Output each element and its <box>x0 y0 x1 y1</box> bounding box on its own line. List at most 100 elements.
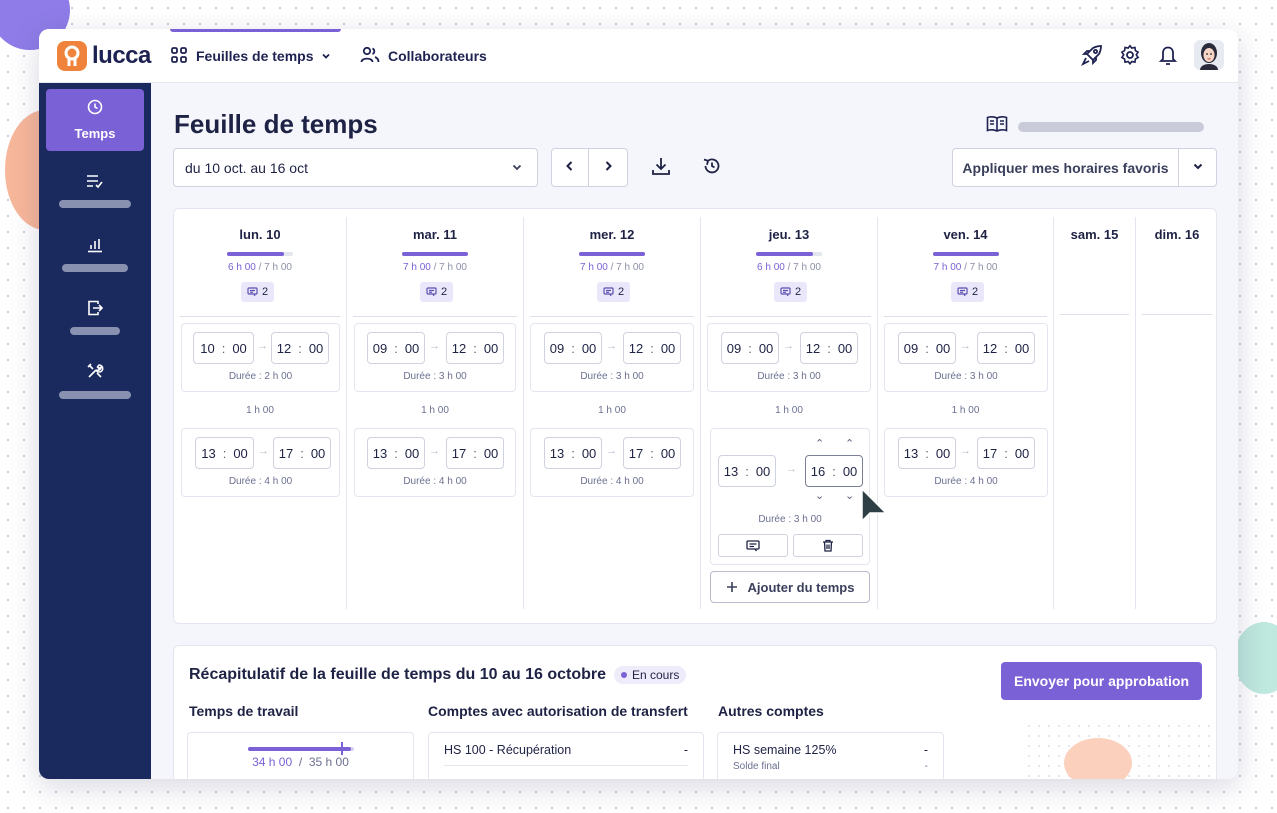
comments-badge[interactable]: 2 <box>774 282 808 302</box>
end-time-input[interactable]: 12:00 <box>623 332 681 364</box>
bell-icon[interactable] <box>1156 43 1180 67</box>
history-button[interactable] <box>699 155 725 181</box>
gear-icon[interactable] <box>1118 43 1142 67</box>
apply-favorite-schedule-button[interactable]: Appliquer mes horaires favoris <box>952 148 1179 187</box>
slot-duration: Durée : 4 h 00 <box>403 476 467 487</box>
arrow-right-icon: → <box>960 445 971 457</box>
hour-decrement-button[interactable]: ⌄ <box>815 491 824 502</box>
day-divider <box>707 316 871 317</box>
favorite-schedule-dropdown-button[interactable] <box>1178 148 1217 187</box>
arrow-right-icon: → <box>258 445 269 457</box>
download-button[interactable] <box>648 155 674 181</box>
day-progress <box>933 252 999 256</box>
sidebar-item-exports[interactable] <box>46 286 144 348</box>
day-divider <box>353 316 517 317</box>
start-time-input[interactable]: 09:00 <box>721 332 779 364</box>
start-time-input[interactable]: 09:00 <box>367 332 425 364</box>
chart-icon <box>87 237 103 258</box>
end-time-input[interactable]: 12:00 <box>800 332 858 364</box>
next-period-button[interactable] <box>589 148 628 187</box>
chevron-down-icon <box>1192 159 1204 177</box>
time-slot: 13:00 → 17:00 Durée : 4 h 00 <box>884 428 1048 497</box>
break-duration: 1 h 00 <box>598 405 626 416</box>
rocket-icon[interactable] <box>1080 43 1104 67</box>
break-duration: 1 h 00 <box>246 405 274 416</box>
start-time-input[interactable]: 13:00 <box>544 437 602 469</box>
work-time-target-marker <box>341 742 343 755</box>
transfer-accounts-card: HS 100 - Récupération - <box>428 732 704 779</box>
summary-title: Récapitulatif de la feuille de temps du … <box>189 666 687 684</box>
slot-duration: Durée : 4 h 00 <box>228 476 293 487</box>
chevron-down-icon <box>321 48 331 64</box>
slot-duration: Durée : 4 h 00 <box>934 476 998 487</box>
start-time-input[interactable]: 13:00 <box>367 437 425 469</box>
start-time-input[interactable]: 09:00 <box>898 332 956 364</box>
end-time-input[interactable]: 12:00 <box>271 332 329 364</box>
day-hours: 7 h 00 / 7 h 00 <box>580 262 644 273</box>
end-time-input[interactable]: 17:00 <box>623 437 681 469</box>
comments-badge[interactable]: 2 <box>597 282 631 302</box>
comments-badge[interactable]: 2 <box>241 282 275 302</box>
arrow-right-icon: → <box>606 445 617 457</box>
comment-icon <box>780 287 791 297</box>
brand-name: lucca <box>92 42 151 69</box>
comment-icon <box>957 287 968 297</box>
avatar[interactable] <box>1194 40 1224 70</box>
start-time-input[interactable]: 10:00 <box>193 332 254 364</box>
time-slot-editing: ⌃ ⌃ 13:00 → 16:00 ⌄ ⌄ Durée : 3 h 00 <box>710 428 870 565</box>
end-time-input[interactable]: 12:00 <box>977 332 1035 364</box>
exit-icon <box>87 300 104 321</box>
documentation-link[interactable] <box>986 115 1204 138</box>
day-column: lun. 10 6 h 00 / 7 h 00 2 10:00 → 12:00 … <box>174 209 346 625</box>
work-time-value: 34 h 00 / 35 h 00 <box>252 755 349 769</box>
other-accounts-heading: Autres comptes <box>718 703 824 719</box>
comments-badge[interactable]: 2 <box>420 282 454 302</box>
end-time-input[interactable]: 12:00 <box>446 332 504 364</box>
day-progress <box>402 252 468 256</box>
logo[interactable]: lucca <box>57 41 151 71</box>
account-sub-row: Solde final - <box>733 761 928 772</box>
add-time-button[interactable]: Ajouter du temps <box>710 571 870 603</box>
comments-badge[interactable]: 2 <box>951 282 985 302</box>
account-row[interactable]: HS 100 - Récupération - <box>444 743 688 766</box>
sidebar-item-reports[interactable] <box>46 223 144 285</box>
slot-duration: Durée : 3 h 00 <box>580 371 644 382</box>
slot-duration: Durée : 3 h 00 <box>934 371 998 382</box>
delete-slot-button[interactable] <box>793 534 863 557</box>
sidebar-item-tasks[interactable] <box>46 159 144 221</box>
minute-increment-button[interactable]: ⌃ <box>845 439 854 450</box>
start-time-input[interactable]: 09:00 <box>544 332 602 364</box>
period-select[interactable]: du 10 oct. au 16 oct <box>173 148 538 187</box>
minute-decrement-button[interactable]: ⌄ <box>845 491 854 502</box>
download-icon <box>651 156 671 181</box>
work-time-heading: Temps de travail <box>189 703 299 719</box>
slot-duration: Durée : 4 h 00 <box>580 476 644 487</box>
sidebar-item-settings[interactable] <box>46 349 144 411</box>
end-time-input[interactable]: 17:00 <box>446 437 504 469</box>
start-time-input[interactable]: 13:00 <box>898 437 956 469</box>
end-time-input[interactable]: 16:00 <box>805 455 863 487</box>
work-time-progress <box>248 747 354 751</box>
nav-timesheets[interactable]: Feuilles de temps <box>170 29 341 83</box>
day-column: sam. 15 <box>1054 209 1135 625</box>
send-for-approval-button[interactable]: Envoyer pour approbation <box>1001 662 1202 700</box>
previous-period-button[interactable] <box>551 148 589 187</box>
work-time-card: 34 h 00 / 35 h 00 <box>187 732 414 779</box>
comment-icon <box>746 539 760 551</box>
sidebar-item-time[interactable]: Temps <box>46 89 144 151</box>
start-time-input[interactable]: 13:00 <box>718 455 776 487</box>
nav-collaborators[interactable]: Collaborateurs <box>360 29 487 83</box>
comment-button[interactable] <box>718 534 788 557</box>
top-actions <box>1080 40 1224 70</box>
hour-increment-button[interactable]: ⌃ <box>815 439 824 450</box>
arrow-right-icon: → <box>606 340 617 352</box>
day-hours: 7 h 00 / 7 h 00 <box>403 262 467 273</box>
day-progress <box>227 252 293 256</box>
arrow-right-icon: → <box>429 445 440 457</box>
day-hours: 7 h 00 / 7 h 00 <box>933 262 998 273</box>
end-time-input[interactable]: 17:00 <box>977 437 1035 469</box>
start-time-input[interactable]: 13:00 <box>195 437 254 469</box>
end-time-input[interactable]: 17:00 <box>273 437 331 469</box>
week-board: lun. 10 6 h 00 / 7 h 00 2 10:00 → 12:00 … <box>173 208 1217 624</box>
mouse-cursor-icon <box>861 487 888 523</box>
